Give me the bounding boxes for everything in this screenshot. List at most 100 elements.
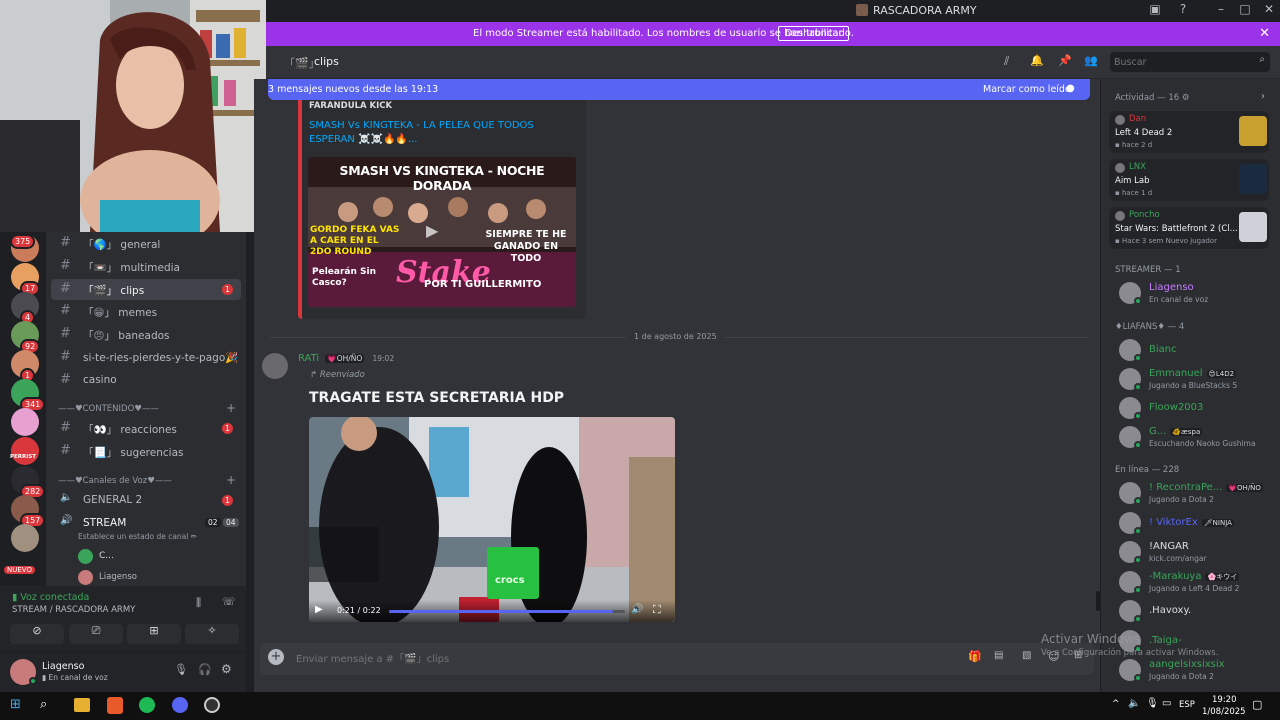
chevron-right-icon[interactable]: › <box>1261 91 1265 102</box>
category-voice[interactable]: ——♥Canales de Voz♥—— <box>58 476 172 486</box>
channel-si-te-ries-pierdes-y-te-pago-[interactable]: # si-te-ries-pierdes-y-te-pago🎉 <box>51 347 241 368</box>
member-item[interactable]: !ANGAR kick.com/angar <box>1119 538 1279 566</box>
member-item[interactable]: .Havoxy. <box>1119 597 1279 625</box>
mark-as-read-button[interactable]: Marcar como leído <box>983 84 1071 95</box>
microphone-icon[interactable]: 🎙 <box>174 663 188 676</box>
member-item[interactable]: Bianc <box>1119 336 1279 364</box>
channel-general[interactable]: # 「🌎」 general <box>51 233 241 254</box>
channel-baneados[interactable]: # 「😠」 baneados <box>51 324 241 345</box>
online-status-icon <box>1134 674 1142 682</box>
embed-thumbnail[interactable]: SMASH VS KINGTEKA - NOCHE DORADA GORDO F… <box>308 157 576 307</box>
category-contenido[interactable]: ——♥CONTENIDO♥—— <box>58 404 159 414</box>
tray-chevron-icon[interactable]: ^ <box>1112 699 1120 709</box>
channel-sugerencias[interactable]: # 「📃」 sugerencias <box>51 441 241 462</box>
member-item[interactable]: ! RecontraPe... 💗OH/ÑO Jugando a Dota 2 <box>1119 479 1279 507</box>
channel-clips[interactable]: # 「🎬」 clips 1 <box>51 278 241 300</box>
close-window-button[interactable]: ✕ <box>1258 2 1280 16</box>
windows-start-icon[interactable]: ⊞ <box>10 697 21 712</box>
members-icon[interactable]: 👥 <box>1084 54 1098 67</box>
pin-icon[interactable]: 📌 <box>1058 54 1072 67</box>
maximize-button[interactable]: □ <box>1234 2 1256 16</box>
channel-memes[interactable]: # 「😁」 memes <box>51 301 241 322</box>
channel-casino[interactable]: # casino <box>51 370 241 391</box>
voice-location[interactable]: STREAM / RASCADORA ARMY <box>12 605 135 615</box>
new-server-badge[interactable]: NUEVO <box>4 566 35 574</box>
headphones-icon[interactable]: 🎧 <box>198 663 212 676</box>
gamepad-icon: ▪ <box>1115 189 1122 197</box>
add-attachment-icon[interactable]: + <box>268 649 284 665</box>
embed-title-link[interactable]: SMASH Vs KINGTEKA - LA PELEA QUE TODOS E… <box>309 119 549 147</box>
network-icon[interactable]: ▭ <box>1162 698 1171 709</box>
search-box[interactable]: ⌕ <box>1110 52 1270 72</box>
activity-card[interactable]: Poncho Star Wars: Battlefront 2 (Cl... ▪ H… <box>1109 207 1269 249</box>
server-icon-10[interactable] <box>11 524 39 552</box>
obs-icon[interactable] <box>204 697 220 713</box>
date-divider-label: 1 de agosto de 2025 <box>626 332 725 341</box>
avatar[interactable] <box>262 353 288 379</box>
input-language[interactable]: ESP <box>1179 700 1195 710</box>
play-icon[interactable]: ▶ <box>315 604 323 615</box>
spotify-icon[interactable] <box>139 697 155 713</box>
discord-icon[interactable] <box>172 697 188 713</box>
threads-icon[interactable]: ⫽ <box>1004 54 1009 69</box>
soundboard-button[interactable]: ✧ <box>185 624 239 644</box>
server-icon-7[interactable] <box>11 437 39 465</box>
volume-icon[interactable]: 🔈 <box>1128 698 1140 709</box>
message-composer[interactable]: + 🎁 ▤ ▧ ☺ ⊞ <box>260 643 1094 675</box>
volume-icon[interactable]: 🔊 <box>631 604 643 615</box>
member-item[interactable]: aangelsixsixsix Jugando a Dota 2 <box>1119 656 1279 684</box>
message-author[interactable]: RATi <box>298 353 319 364</box>
search-input[interactable] <box>1114 55 1244 69</box>
chat-scrollbar[interactable] <box>1096 591 1100 611</box>
activity-card[interactable]: Dan Left 4 Dead 2 ▪ hace 2 d <box>1109 111 1269 153</box>
fullscreen-icon[interactable]: ⛶ <box>653 603 661 617</box>
inbox-icon[interactable]: ▣ <box>1144 2 1166 16</box>
minimize-button[interactable]: – <box>1210 2 1232 16</box>
channel-name: 「😁」 memes <box>83 307 158 320</box>
close-icon[interactable]: ✕ <box>1259 26 1270 41</box>
activities-button[interactable]: ⊞ <box>127 624 181 644</box>
voice-channel-stream[interactable]: 🔊 STREAM 02 04 <box>51 513 241 534</box>
disable-streamer-button[interactable]: Deshabilitar <box>778 26 850 41</box>
file-explorer-icon[interactable] <box>74 698 90 712</box>
member-item[interactable]: ! ViktorEx 🗡NINJA <box>1119 509 1279 537</box>
member-item[interactable]: Emmanuel 😍L4D2 Jugando a BlueStacks 5 <box>1119 365 1279 393</box>
sticker-icon[interactable]: ▧ <box>1022 650 1031 661</box>
gear-icon[interactable]: ⚙ <box>1182 93 1190 103</box>
clock-time[interactable]: 19:20 <box>1212 695 1237 705</box>
member-item[interactable]: Liagenso En canal de voz <box>1119 279 1279 307</box>
channel-reacciones[interactable]: # 「👀」 reacciones 1 <box>51 418 241 439</box>
voice-user[interactable]: Liagenso <box>78 569 228 587</box>
channel-multimedia[interactable]: # 「📼」 multimedia <box>51 256 241 277</box>
microphone-icon[interactable]: 🎙 <box>1146 698 1159 709</box>
message-input[interactable] <box>296 651 896 667</box>
noise-suppression-icon[interactable]: ⫼ <box>196 596 201 610</box>
play-icon[interactable]: ▶ <box>426 221 438 240</box>
add-voice-channel-icon[interactable]: + <box>226 473 236 487</box>
notifications-icon[interactable]: ▢ <box>1252 698 1262 711</box>
new-messages-bar[interactable]: 3 mensajes nuevos desde las 19:13 Marcar… <box>268 79 1090 100</box>
video-progress-track[interactable] <box>389 610 625 613</box>
settings-gear-icon[interactable]: ⚙ <box>221 662 232 676</box>
activity-card[interactable]: LNX Aim Lab ▪ hace 1 d <box>1109 159 1269 201</box>
voice-channel-general-2[interactable]: 🔈 GENERAL 2 1 <box>51 490 241 511</box>
member-item[interactable]: -Marakuya 🌸キウイ Jugando a Left 4 Dead 2 <box>1119 568 1279 596</box>
help-icon[interactable]: ? <box>1172 2 1194 16</box>
video-player[interactable]: crocs ▶ 0:21 / 0:22 🔊 ⛶ <box>309 417 675 622</box>
channel-status-prompt[interactable]: Establece un estado de canal ✏ <box>78 532 197 541</box>
add-channel-icon[interactable]: + <box>226 401 236 415</box>
clock-date[interactable]: 1/08/2025 <box>1202 707 1246 717</box>
screen-share-button[interactable]: ⎚ <box>69 624 123 644</box>
member-item[interactable]: G... 🐠æspa Escuchando Naoko Gushima <box>1119 423 1279 451</box>
voice-user[interactable]: C... <box>78 548 228 566</box>
gift-icon[interactable]: 🎁 <box>968 650 982 663</box>
user-name[interactable]: Liagenso <box>42 661 84 672</box>
server-icon-6[interactable] <box>11 408 39 436</box>
bell-icon[interactable]: 🔔 <box>1030 54 1044 67</box>
disconnect-icon[interactable]: ☏ <box>222 595 236 608</box>
camera-off-button[interactable]: ⊘ <box>10 624 64 644</box>
search-icon[interactable]: ⌕ <box>40 697 47 712</box>
gif-icon[interactable]: ▤ <box>994 650 1003 661</box>
member-item[interactable]: Floow2003 <box>1119 394 1279 422</box>
brave-browser-icon[interactable] <box>107 697 123 714</box>
